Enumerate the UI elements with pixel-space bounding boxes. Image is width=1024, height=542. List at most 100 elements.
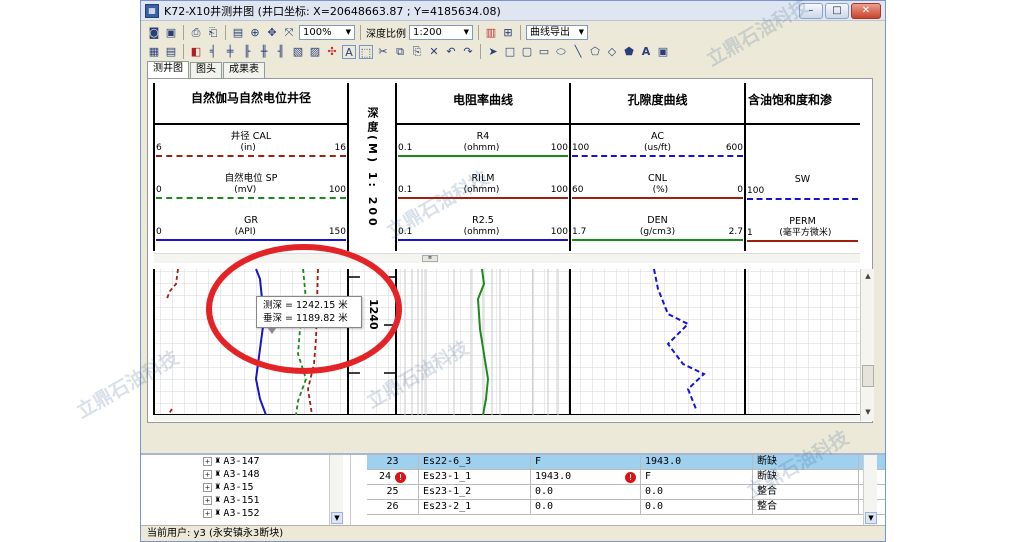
fit-icon[interactable]: ⤧ [282,26,296,40]
curve-header[interactable]: SW 100 [747,174,858,216]
table-row[interactable]: 25 Es23-1_2 0.0 0.0 整合 [367,485,885,500]
contact-type-cell[interactable]: 整合 [753,500,859,514]
track-edit-icon[interactable]: ╟ [240,45,254,59]
pan-icon[interactable]: ✥ [265,26,279,40]
expand-icon[interactable]: + [203,509,212,518]
tree-vscroll[interactable]: ▼ [329,455,343,525]
move-icon[interactable]: ✣ [325,45,339,59]
select-tool-icon[interactable]: ⬚ [359,44,373,59]
track-add-icon[interactable]: ╪ [223,45,237,59]
curve-settings-icon[interactable]: ⊞ [501,26,515,40]
line-icon[interactable]: ╲ [571,45,585,59]
top-depth-cell[interactable]: 1943.0! [531,470,641,484]
contact-type-cell[interactable]: 断缺 [753,470,859,484]
rectangle-icon[interactable]: □ [503,45,517,59]
track-icon[interactable]: ╡ [206,45,220,59]
fill-icon[interactable]: ▨ [308,45,322,59]
top-depth-cell[interactable]: 0.0 [531,500,641,514]
layer-name-cell[interactable]: Es22-6_3 [419,455,531,469]
text-icon[interactable]: A [639,45,653,59]
track-merge-icon[interactable]: ╫ [257,45,271,59]
grid-vscroll[interactable]: ▼ [863,455,877,525]
zoom-select[interactable]: 100% ▼ [299,25,355,40]
tab-header[interactable]: 图头 [190,62,222,78]
track-split-icon[interactable]: ╢ [274,45,288,59]
curve-header[interactable]: PERM 1 (毫平方微米) [747,216,858,258]
tree-node[interactable]: + ♜ A3-147 [141,455,350,468]
undo-icon[interactable]: ↶ [444,45,458,59]
bottom-depth-cell[interactable]: 0.0 [641,485,753,499]
curve-export-select[interactable]: 曲线导出 ▼ [526,25,588,40]
redo-icon[interactable]: ↷ [461,45,475,59]
expand-icon[interactable]: + [203,483,212,492]
contact-type-cell[interactable]: 整合 [753,485,859,499]
lith-icon[interactable]: ▧ [291,45,305,59]
print-preview-icon[interactable]: ⎙ [189,26,203,40]
zoom-in-icon[interactable]: ⊕ [248,26,262,40]
tree-node[interactable]: + ♜ A3-15 [141,481,350,494]
curve-max: 150 [328,227,346,237]
bottom-depth-cell[interactable]: 1943.0 [641,455,753,469]
curve-header[interactable]: R2.5 0.1 (ohmm) 100 [398,215,568,257]
roundrect2-icon[interactable]: ▭ [537,45,551,59]
curve-header[interactable]: GR 0 (API) 150 [156,215,346,257]
chart-icon[interactable]: ▥ [484,26,498,40]
grid-icon[interactable]: ▦ [147,45,161,59]
tree-node[interactable]: + ♜ A3-152 [141,507,350,520]
rounded-rect-icon[interactable]: ▢ [520,45,534,59]
expand-icon[interactable]: + [203,457,212,466]
pointer-icon[interactable]: ➤ [486,45,500,59]
paste-icon[interactable]: ⎘ [410,45,424,59]
curve-header[interactable]: 井径 CAL 6 (in) 16 [156,131,346,173]
expand-icon[interactable]: + [203,470,212,479]
curve-header[interactable]: DEN 1.7 (g/cm3) 2.7 [572,215,743,257]
bottom-depth-cell[interactable]: F [641,470,753,484]
maximize-icon[interactable]: □ [825,3,849,19]
table-row[interactable]: 24! Es23-1_1 1943.0! F 断缺 [367,470,885,485]
tree-node[interactable]: + ♜ A3-148 [141,468,350,481]
save-icon[interactable]: ▤ [231,26,245,40]
monitor-icon[interactable]: ▣ [164,26,178,40]
layer-name-cell[interactable]: Es23-2_1 [419,500,531,514]
contact-type-cell[interactable]: 断缺 [753,455,859,469]
layer-name-cell[interactable]: Es23-1_1 [419,470,531,484]
delete-icon[interactable]: ✕ [427,45,441,59]
freeform-icon[interactable]: ◇ [605,45,619,59]
curve-header[interactable]: 自然电位 SP 0 (mV) 100 [156,173,346,215]
close-icon[interactable]: ✕ [851,3,881,19]
polygon-icon[interactable]: ⬠ [588,45,602,59]
shape-icon[interactable]: ⬟ [622,45,636,59]
table-icon[interactable]: ▤ [164,45,178,59]
header-hscroll[interactable]: ≡ [154,253,860,263]
layer-name-cell[interactable]: Es23-1_2 [419,485,531,499]
camera-icon[interactable]: ◙ [147,26,161,40]
tree-node-label: A3-147 [223,456,260,467]
copy-icon[interactable]: ⧉ [393,45,407,59]
layer-icon[interactable]: ◧ [189,45,203,59]
top-depth-cell[interactable]: F [531,455,641,469]
log-chart-area[interactable]: 自然伽马自然电位井径 深度(M) 1: 200 电阻率曲线 孔隙度曲线 含油饱和… [147,78,874,423]
print-icon[interactable]: ⎗ [206,26,220,40]
text-tool-icon[interactable]: A [342,44,356,59]
tab-log-chart[interactable]: 测井图 [147,61,189,78]
ellipse-icon[interactable]: ⬭ [554,45,568,59]
row-number: 24! [367,470,419,484]
expand-icon[interactable]: + [203,496,212,505]
minimize-icon[interactable]: – [799,3,823,19]
bottom-depth-cell[interactable]: 0.0 [641,500,753,514]
curve-header[interactable]: CNL 60 (%) 0 [572,173,743,215]
curve-unit: (ohmm) [463,185,500,195]
title-bar[interactable]: ▦ K72-X10井测井图 (井口坐标: X=20648663.87 ; Y=4… [141,1,885,21]
table-row[interactable]: 23 Es22-6_3 F 1943.0 断缺 [367,455,885,470]
top-depth-cell[interactable]: 0.0 [531,485,641,499]
cut-icon[interactable]: ✂ [376,45,390,59]
image-icon[interactable]: ▣ [656,45,670,59]
depth-scale-select[interactable]: 1:200 ▼ [409,25,473,40]
table-row[interactable]: 26 Es23-2_1 0.0 0.0 整合 [367,500,885,515]
curve-header[interactable]: AC 100 (us/ft) 600 [572,131,743,173]
curve-header[interactable]: RILM 0.1 (ohmm) 100 [398,173,568,215]
tab-results[interactable]: 成果表 [223,62,265,78]
curve-header[interactable]: R4 0.1 (ohmm) 100 [398,131,568,173]
plot-vscroll[interactable]: ▲ ▼ [860,269,874,421]
tree-node[interactable]: + ♜ A3-151 [141,494,350,507]
